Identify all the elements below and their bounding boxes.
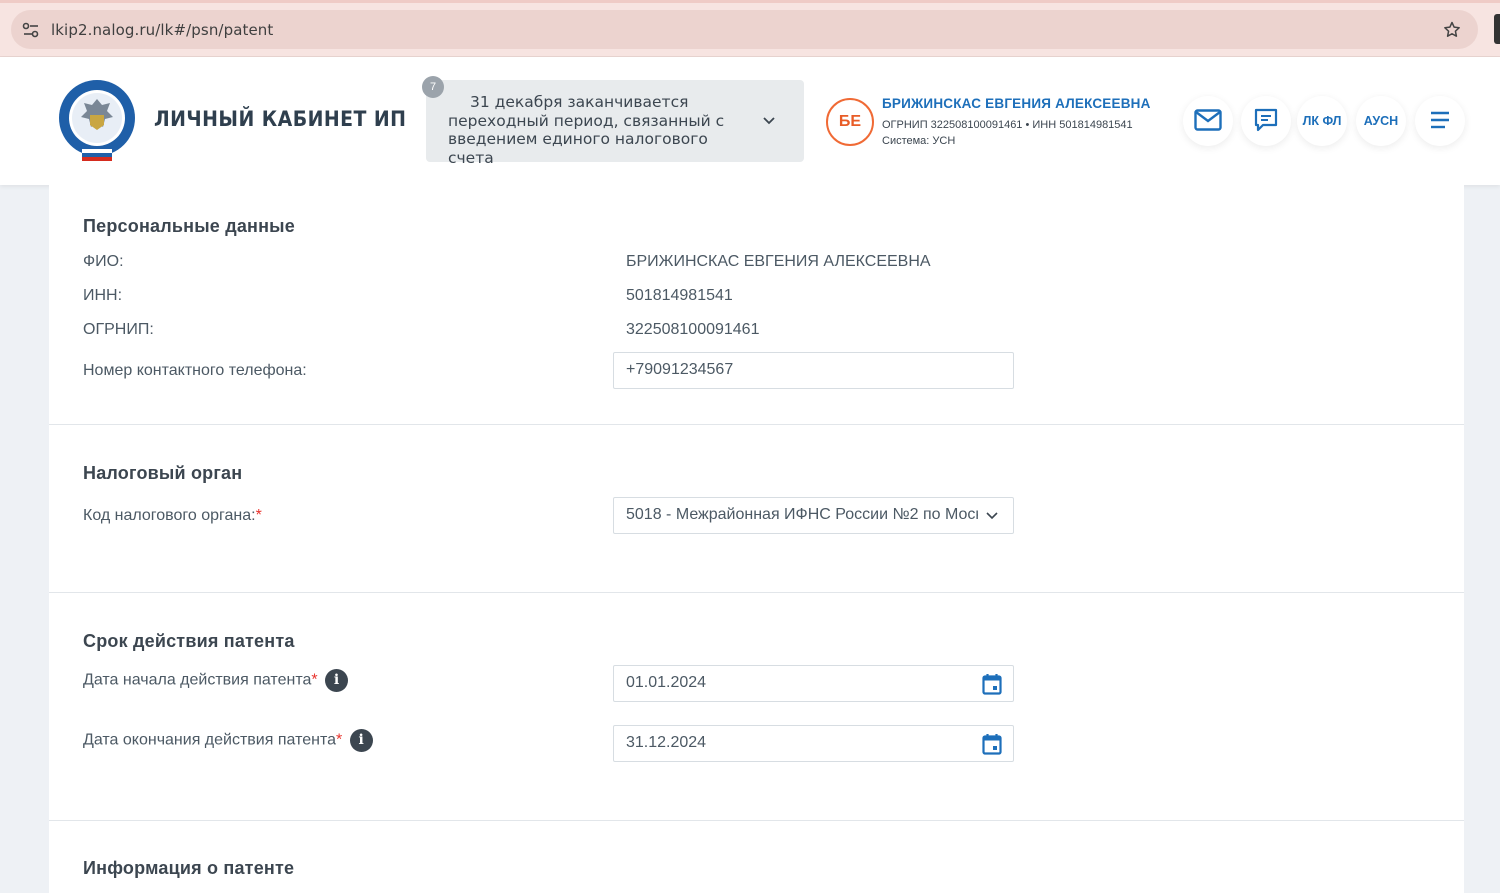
end-date-value[interactable]: 31.12.2024: [626, 734, 706, 752]
user-name[interactable]: БРИЖИНСКАС ЕВГЕНИЯ АЛЕКСЕЕВНА: [882, 96, 1151, 111]
required-mark: *: [336, 731, 343, 749]
inn-value: 501814981541: [626, 287, 733, 304]
start-date-label: Дата начала действия патента* i: [83, 669, 349, 692]
chat-icon: [1253, 107, 1279, 136]
end-date-field[interactable]: 31.12.2024: [613, 725, 1014, 762]
required-mark: *: [311, 671, 318, 689]
section-title-validity: Срок действия патента: [83, 631, 295, 651]
user-avatar[interactable]: БЕ: [826, 98, 874, 146]
fio-label: ФИО:: [83, 253, 124, 270]
lk-fl-button[interactable]: ЛК ФЛ: [1297, 96, 1347, 146]
start-date-value[interactable]: 01.01.2024: [626, 674, 706, 692]
ogrnip-value: 322508100091461: [626, 321, 760, 338]
start-date-label-text: Дата начала действия патента: [83, 671, 312, 689]
notice-count-badge: 7: [422, 76, 444, 98]
window-edge: [1494, 14, 1500, 44]
end-date-label-text: Дата окончания действия патента: [83, 731, 336, 749]
tab-strip-edge: [0, 0, 1500, 3]
end-date-label: Дата окончания действия патента* i: [83, 729, 373, 752]
fio-value: БРИЖИНСКАС ЕВГЕНИЯ АЛЕКСЕЕВНА: [626, 253, 931, 270]
info-icon[interactable]: i: [325, 669, 349, 692]
messages-button[interactable]: [1183, 96, 1233, 146]
notice-line-3: введением единого налогового счета: [448, 130, 708, 167]
phone-label: Номер контактного телефона:: [83, 362, 307, 379]
cabinet-title[interactable]: ЛИЧНЫЙ КАБИНЕТ ИП: [154, 107, 406, 131]
tax-code-select[interactable]: 5018 - Межрайонная ИФНС России №2 по Мос…: [613, 497, 1014, 534]
ogrnip-label: ОГРНИП:: [83, 321, 154, 338]
section-title-personal: Персональные данные: [83, 216, 295, 236]
start-date-field[interactable]: 01.01.2024: [613, 665, 1014, 702]
menu-button[interactable]: [1415, 96, 1465, 146]
tax-code-label: Код налогового органа:*: [83, 507, 262, 525]
address-bar[interactable]: lkip2.nalog.ru/lk#/psn/patent: [11, 10, 1478, 49]
required-mark: *: [255, 507, 262, 524]
browser-toolbar: lkip2.nalog.ru/lk#/psn/patent: [0, 0, 1500, 57]
chevron-down-icon[interactable]: [757, 109, 781, 133]
chat-button[interactable]: [1241, 96, 1291, 146]
ausn-button[interactable]: АУСН: [1356, 96, 1406, 146]
phone-field[interactable]: +79091234567: [613, 352, 1014, 389]
calendar-icon[interactable]: [981, 732, 1003, 756]
site-settings-icon[interactable]: [11, 10, 51, 49]
chevron-down-icon[interactable]: [981, 504, 1003, 528]
fns-emblem-logo[interactable]: [56, 79, 138, 161]
tax-code-value[interactable]: 5018 - Межрайонная ИФНС России №2 по Мос…: [626, 506, 978, 524]
phone-value[interactable]: +79091234567: [626, 361, 733, 379]
patent-form: Персональные данные ФИО: БРИЖИНСКАС ЕВГЕ…: [49, 185, 1464, 893]
hamburger-icon: [1429, 110, 1451, 133]
envelope-icon: [1194, 108, 1222, 134]
section-title-patent-info: Информация о патенте: [83, 858, 295, 878]
notice-line-1: 31 декабря заканчивается: [470, 93, 689, 111]
patent-info-section: Информация о патенте: [49, 821, 1464, 893]
notice-banner[interactable]: 7 31 декабря заканчивается переходный пе…: [422, 76, 804, 167]
notice-line-2: переходный период, связанный с: [448, 111, 725, 130]
url-text[interactable]: lkip2.nalog.ru/lk#/psn/patent: [51, 21, 273, 39]
notice-text: 31 декабря заканчивается переходный пери…: [448, 93, 758, 167]
info-icon[interactable]: i: [349, 729, 373, 752]
tax-authority-section: Налоговый орган Код налогового органа:* …: [49, 425, 1464, 593]
bookmark-star-icon[interactable]: [1440, 18, 1464, 42]
inn-label: ИНН:: [83, 287, 123, 304]
section-title-tax-authority: Налоговый орган: [83, 463, 243, 483]
user-ids: ОГРНИП 322508100091461 • ИНН 50181498154…: [882, 119, 1133, 131]
user-tax-system: Система: УСН: [882, 135, 956, 147]
validity-section: Срок действия патента Дата начала действ…: [49, 593, 1464, 821]
tax-code-label-text: Код налогового органа:: [83, 507, 256, 524]
site-header: ЛИЧНЫЙ КАБИНЕТ ИП 7 31 декабря заканчива…: [0, 57, 1500, 185]
calendar-icon[interactable]: [981, 672, 1003, 696]
personal-data-section: Персональные данные ФИО: БРИЖИНСКАС ЕВГЕ…: [49, 185, 1464, 425]
